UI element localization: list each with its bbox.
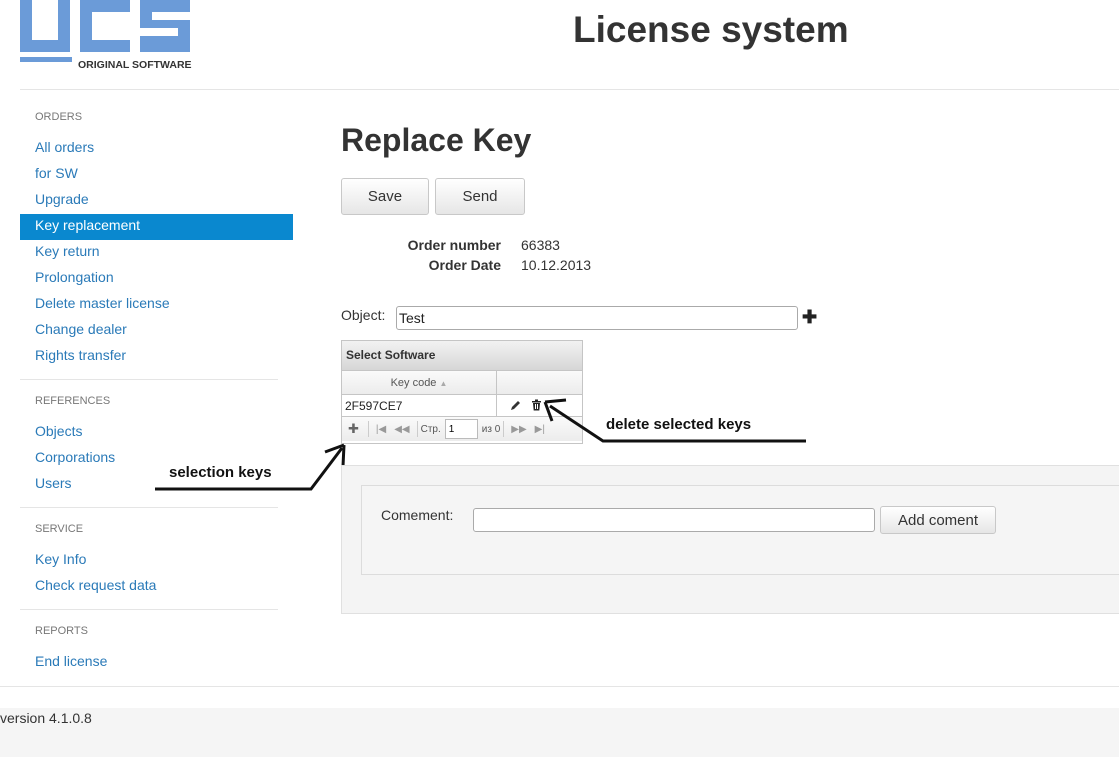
footer-divider [0, 686, 1119, 687]
selection-arrow [155, 447, 344, 491]
version-text: version 4.1.0.8 [0, 710, 92, 726]
delete-arrow [549, 404, 806, 443]
annotation-arrows [155, 398, 806, 491]
comment-field[interactable] [473, 508, 875, 532]
add-comment-button[interactable]: Add coment [880, 506, 996, 534]
footer [0, 708, 1119, 757]
comment-label: Comement: [381, 507, 454, 523]
